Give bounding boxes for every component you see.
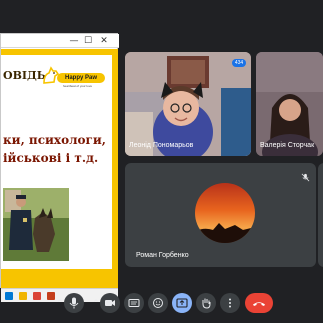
slide-line-2: ійськові і т.д.: [3, 151, 99, 165]
minimize-button[interactable]: —: [69, 36, 79, 46]
avatar: [195, 183, 255, 243]
camera-button[interactable]: [100, 293, 120, 313]
end-call-button[interactable]: [245, 293, 273, 313]
logo-text: Happy Paw: [57, 73, 105, 83]
chrome-icon[interactable]: [33, 292, 41, 300]
participant-video: [256, 52, 323, 156]
slide-content: ОВІДЬ Happy Paw heartbeat of your love к…: [1, 55, 112, 269]
camera-icon: [105, 300, 115, 306]
present-screen-button[interactable]: [172, 293, 192, 313]
maximize-button[interactable]: ☐: [83, 36, 93, 46]
participant-tile[interactable]: Валерія Сторчак: [256, 52, 323, 156]
emoji-button[interactable]: [148, 293, 168, 313]
participant-name: Роман Горбенко: [136, 252, 189, 259]
raise-hand-button[interactable]: [196, 293, 216, 313]
powerpoint-icon[interactable]: [47, 292, 55, 300]
raise-hand-icon: [202, 298, 211, 309]
participant-name: Валерія Сторчак: [260, 142, 315, 149]
participant-video: [125, 52, 251, 156]
meet-call-screen: — ☐ ✕ ОВІДЬ Happy Paw heartbeat of your …: [0, 0, 323, 323]
shared-screen-window[interactable]: — ☐ ✕ ОВІДЬ Happy Paw heartbeat of your …: [0, 33, 119, 302]
present-screen-icon: [176, 298, 188, 308]
participant-tile-partial[interactable]: [318, 163, 323, 267]
emoji-icon: [153, 298, 163, 308]
mic-off-icon: [301, 169, 310, 187]
slide-line-1: ки, психологи,: [3, 133, 106, 147]
presentation-slide: ОВІДЬ Happy Paw heartbeat of your love к…: [1, 49, 118, 302]
happy-paw-logo: Happy Paw heartbeat of your love: [39, 64, 109, 90]
captions-button[interactable]: [124, 293, 144, 313]
windows-start-icon[interactable]: [5, 292, 13, 300]
participant-badge: 434: [232, 59, 246, 67]
end-call-icon: [253, 302, 265, 306]
window-titlebar: — ☐ ✕: [1, 34, 119, 48]
close-button[interactable]: ✕: [99, 36, 109, 46]
logo-tagline: heartbeat of your love: [63, 84, 93, 88]
participant-tile[interactable]: 434 Леонід Пономарьов: [125, 52, 251, 156]
file-explorer-icon[interactable]: [19, 292, 27, 300]
microphone-icon: [69, 297, 79, 309]
captions-icon: [128, 299, 140, 307]
more-options-icon: [229, 298, 231, 308]
more-options-button[interactable]: [220, 293, 240, 313]
officer-with-dog-photo: [3, 188, 69, 261]
participant-name: Леонід Пономарьов: [129, 142, 194, 149]
microphone-button[interactable]: [64, 293, 84, 313]
participant-tile[interactable]: Роман Горбенко: [125, 163, 316, 267]
